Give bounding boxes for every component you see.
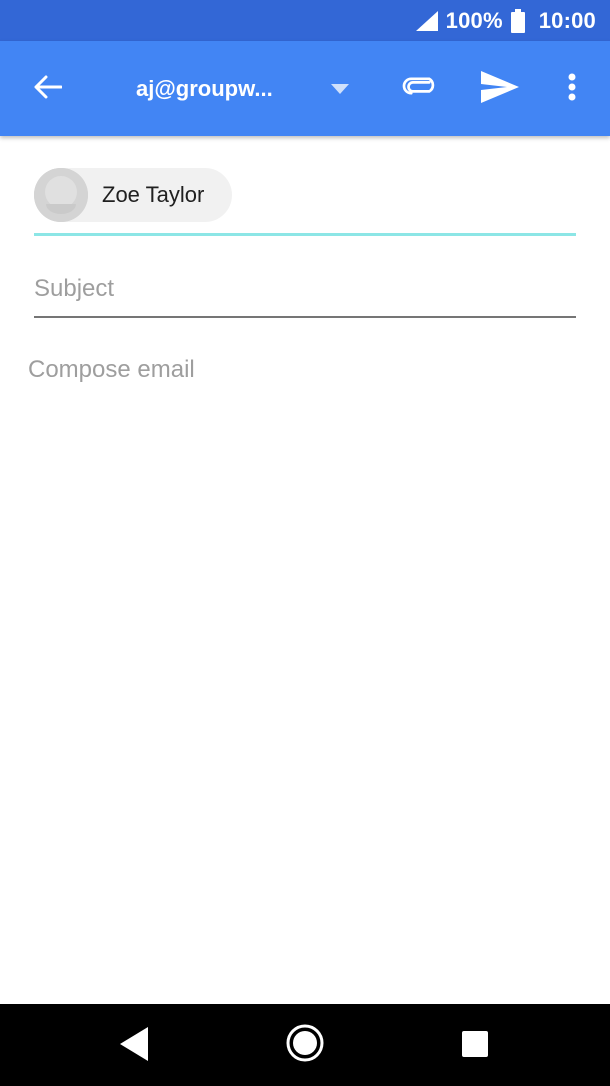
back-button[interactable] (24, 65, 72, 113)
to-field[interactable]: Zoe Taylor (34, 160, 576, 236)
nav-home-button[interactable] (280, 1020, 330, 1070)
account-selector[interactable]: aj@groupw... (120, 65, 370, 113)
dropdown-arrow-icon (328, 79, 352, 99)
nav-home-icon (285, 1023, 325, 1068)
status-bar: 100% 10:00 (0, 0, 610, 41)
send-button[interactable] (476, 65, 524, 113)
back-arrow-icon (34, 75, 63, 104)
send-icon (481, 70, 519, 108)
navigation-bar (0, 1004, 610, 1086)
recipient-name: Zoe Taylor (102, 182, 205, 207)
subject-input[interactable]: Subject (34, 262, 576, 318)
from-account: aj@groupw... (136, 76, 273, 101)
signal-icon (415, 10, 438, 32)
battery-percent: 100% (445, 7, 503, 33)
nav-back-icon (120, 1026, 150, 1066)
nav-back-button[interactable] (110, 1021, 160, 1071)
contact-avatar-icon (34, 168, 88, 222)
attach-button[interactable] (396, 65, 444, 113)
status-time: 10:00 (538, 7, 596, 33)
more-vert-icon (568, 73, 576, 106)
compose-body-input[interactable]: Compose email (28, 356, 578, 956)
nav-recents-button[interactable] (450, 1021, 500, 1071)
paperclip-icon (402, 76, 438, 102)
nav-recents-icon (462, 1030, 488, 1062)
battery-icon (510, 8, 527, 33)
recipient-chip[interactable]: Zoe Taylor (34, 168, 232, 222)
compose-toolbar: aj@groupw... (0, 41, 610, 136)
more-options-button[interactable] (550, 65, 594, 113)
